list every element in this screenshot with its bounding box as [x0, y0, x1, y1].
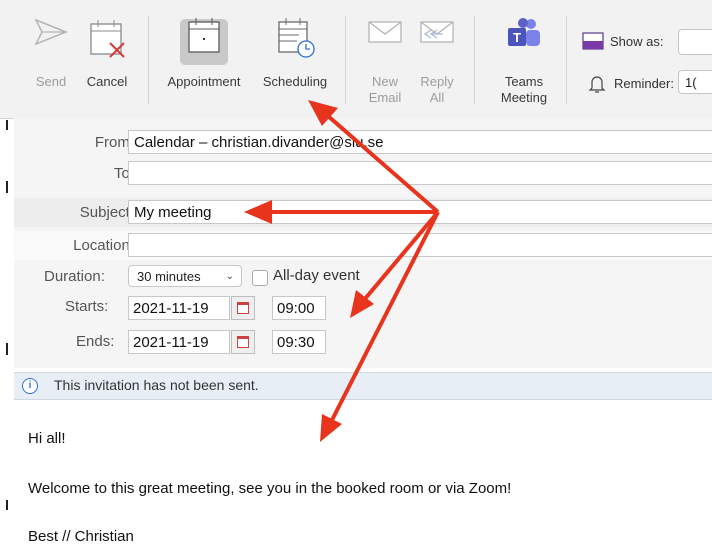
annotation-arrows — [244, 100, 440, 442]
arrow-to-body — [330, 211, 440, 421]
arrow-to-scheduling — [326, 114, 440, 214]
arrowhead — [244, 200, 272, 224]
